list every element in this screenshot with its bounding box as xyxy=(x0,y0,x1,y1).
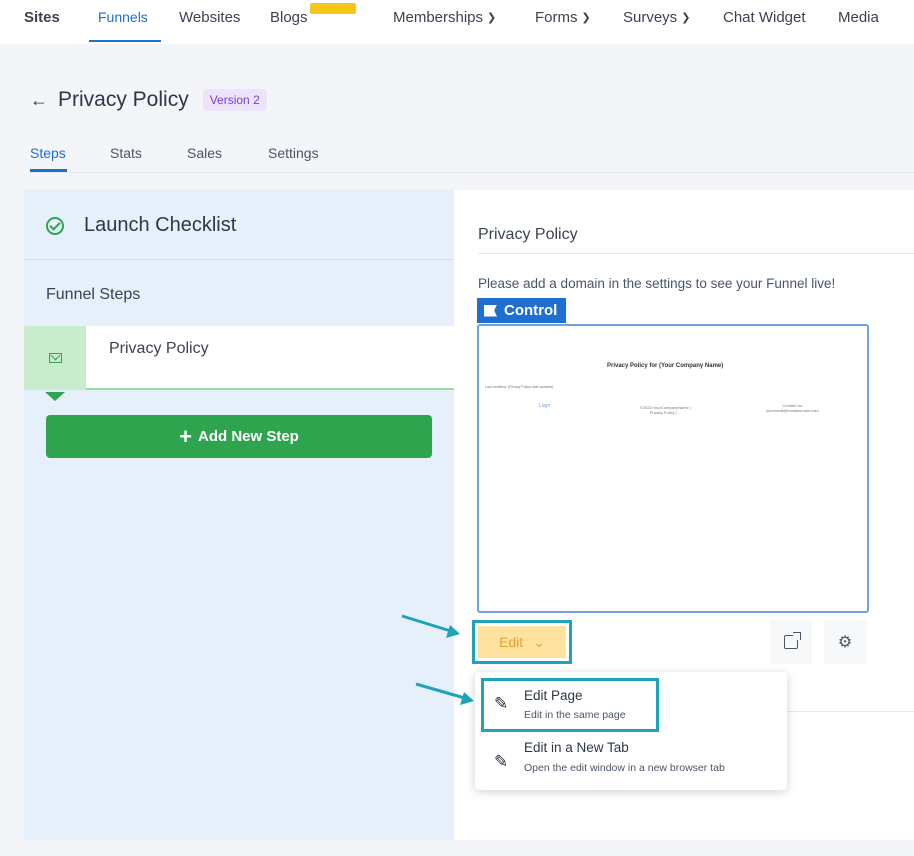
annotation-arrow-edit-page xyxy=(415,682,474,705)
edit-dropdown-button[interactable]: Edit ⌄ xyxy=(478,626,566,658)
preview-logo: Logo xyxy=(539,403,551,409)
nav-surveys[interactable]: Surveys ❯ xyxy=(623,9,690,26)
page-title: Privacy Policy xyxy=(58,88,189,111)
funnel-steps-label: Funnel Steps xyxy=(46,286,141,303)
arrow-head xyxy=(460,692,474,705)
add-new-step-label: Add New Step xyxy=(198,428,299,445)
menu-item-subtitle: Edit in the same page xyxy=(524,709,626,721)
preview-footer-contact: Contact Us youremail@emaildomain.com xyxy=(766,403,819,413)
arrow-head xyxy=(446,625,460,638)
page-header: ← Privacy Policy Version 2 xyxy=(30,88,267,112)
envelope-icon xyxy=(48,353,62,363)
step-settings-button[interactable]: ⚙ xyxy=(824,620,866,664)
open-external-button[interactable] xyxy=(770,620,812,664)
nav-forms[interactable]: Forms ❯ xyxy=(535,9,591,26)
menu-item-edit-page[interactable]: ✎ Edit Page Edit in the same page xyxy=(481,678,659,732)
divider xyxy=(24,259,454,260)
back-arrow-icon[interactable]: ← xyxy=(30,90,48,111)
chevron-down-icon: ⌄ xyxy=(533,633,545,650)
nav-chat-widget[interactable]: Chat Widget xyxy=(723,9,806,26)
chevron-down-icon: ❯ xyxy=(581,12,591,24)
tab-settings[interactable]: Settings xyxy=(268,145,319,161)
nav-memberships[interactable]: Memberships ❯ xyxy=(393,9,496,26)
step-item-privacy-policy[interactable]: Privacy Policy xyxy=(24,326,454,390)
selected-step-pointer xyxy=(45,392,65,401)
launch-checklist[interactable]: Launch Checklist xyxy=(46,214,236,237)
tab-sales[interactable]: Sales xyxy=(187,145,222,161)
tab-steps[interactable]: Steps xyxy=(30,145,66,161)
chevron-down-icon: ❯ xyxy=(681,12,691,24)
nav-surveys-label: Surveys xyxy=(623,9,678,26)
check-circle-icon xyxy=(46,216,64,235)
nav-memberships-label: Memberships xyxy=(393,9,484,26)
launch-checklist-title: Launch Checklist xyxy=(84,214,237,236)
top-navigation: Sites Funnels Websites Blogs Memberships… xyxy=(0,0,914,44)
step-icon-box xyxy=(24,326,86,390)
nav-websites[interactable]: Websites xyxy=(179,9,240,26)
preview-contact-email: youremail@emaildomain.com xyxy=(766,408,819,413)
tab-stats[interactable]: Stats xyxy=(110,145,142,161)
domain-hint: Please add a domain in the settings to s… xyxy=(478,276,836,291)
edit-label: Edit xyxy=(499,634,524,650)
nav-sites[interactable]: Sites xyxy=(24,9,60,26)
preview-text: Last modified: (Privacy Policy date upda… xyxy=(485,385,554,389)
control-variant-tab[interactable]: Control xyxy=(477,298,567,323)
preview-policy-line: Privacy Policy | ... xyxy=(649,410,682,415)
new-badge xyxy=(310,3,356,14)
menu-item-subtitle: Open the edit window in a new browser ta… xyxy=(524,762,725,774)
plus-icon: + xyxy=(179,423,192,449)
nav-funnels[interactable]: Funnels xyxy=(98,9,148,25)
add-new-step-button[interactable]: + Add New Step xyxy=(46,415,432,458)
pencil-icon: ✎ xyxy=(494,694,509,713)
gear-icon: ⚙ xyxy=(837,634,853,651)
menu-item-title: Edit in a New Tab xyxy=(524,740,629,755)
arrow-shaft xyxy=(415,682,469,701)
chevron-down-icon: ❯ xyxy=(487,12,497,24)
nav-blogs[interactable]: Blogs xyxy=(270,9,308,26)
page-preview[interactable]: Privacy Policy for (Your Company Name) L… xyxy=(477,324,869,613)
flag-icon xyxy=(484,304,497,317)
funnel-tabs: Steps Stats Sales Settings xyxy=(30,145,914,173)
divider xyxy=(784,711,914,712)
edit-dropdown-menu: ✎ Edit Page Edit in the same page ✎ Edit… xyxy=(475,672,787,790)
arrow-shaft xyxy=(401,614,455,634)
funnel-steps-panel: Launch Checklist Funnel Steps Privacy Po… xyxy=(24,190,454,840)
version-badge: Version 2 xyxy=(202,89,267,111)
edit-button-highlight: Edit ⌄ xyxy=(472,620,572,664)
active-tab-indicator xyxy=(89,40,161,42)
annotation-arrow-edit xyxy=(401,614,460,638)
control-label: Control xyxy=(504,302,558,319)
nav-forms-label: Forms xyxy=(535,9,578,26)
menu-item-title: Edit Page xyxy=(524,688,583,703)
external-link-icon xyxy=(784,632,801,649)
step-name: Privacy Policy xyxy=(109,340,209,357)
active-subtab-indicator xyxy=(30,169,67,172)
preview-title: Privacy Policy for (Your Company Name) xyxy=(607,363,724,369)
nav-media[interactable]: Media xyxy=(838,9,879,26)
menu-item-edit-new-tab[interactable]: ✎ Edit in a New Tab Open the edit window… xyxy=(481,736,781,790)
edit-external-icon: ✎ xyxy=(494,752,509,771)
step-title: Privacy Policy xyxy=(478,226,578,243)
divider xyxy=(478,253,914,254)
preview-footer-copyright: ©2023 YourCompanyName | Privacy Policy |… xyxy=(640,405,691,415)
